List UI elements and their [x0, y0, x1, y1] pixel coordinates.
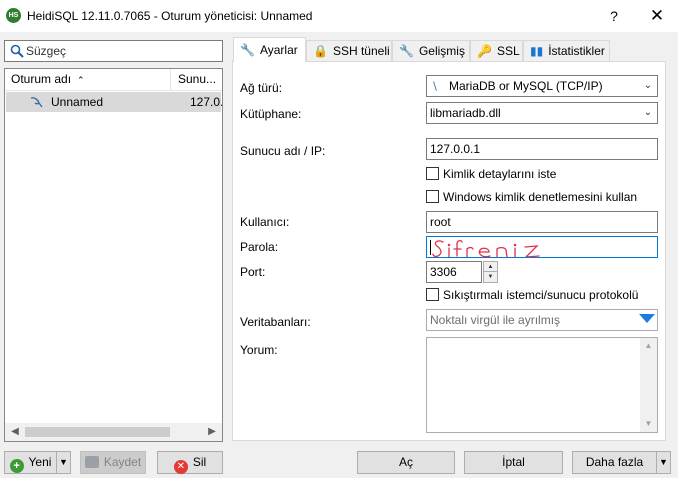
chevron-down-icon[interactable]: ▼ [484, 272, 497, 282]
scrollbar-thumb[interactable] [25, 427, 170, 437]
save-button[interactable]: Kaydet [80, 451, 146, 474]
password-input[interactable] [426, 236, 658, 258]
tab-label: Gelişmiş [418, 44, 465, 58]
host-label: Sunucu adı / IP: [240, 144, 326, 158]
checkbox-box [426, 190, 439, 203]
tab-settings[interactable]: 🔧 Ayarlar [233, 37, 306, 62]
delete-button-label: Sil [192, 455, 207, 469]
chevron-down-icon: ⌄ [643, 107, 653, 118]
new-button-label: Yeni [28, 455, 52, 469]
chevron-down-icon: ⌄ [643, 80, 653, 91]
delete-icon: ✕ [173, 460, 188, 474]
user-label: Kullanıcı: [240, 215, 290, 229]
library-value: libmariadb.dll [430, 106, 501, 120]
port-stepper[interactable]: ▲ ▼ [483, 261, 498, 283]
network-type-select[interactable]: ∖ MariaDB or MySQL (TCP/IP) ⌄ [426, 75, 658, 97]
dolphin-icon [30, 97, 43, 108]
heidisql-app-icon: HS [6, 8, 21, 23]
wrench-icon: 🔧 [399, 44, 414, 58]
open-button[interactable]: Aç [357, 451, 455, 474]
dropdown-arrow-icon[interactable] [639, 314, 655, 323]
new-dropdown-button[interactable]: ▼ [56, 451, 71, 474]
tab-ssh-tunnel[interactable]: 🔒 SSH tüneli [306, 40, 392, 62]
checkbox-box [426, 288, 439, 301]
scroll-up-icon[interactable]: ▲ [640, 338, 657, 354]
plus-icon: + [9, 459, 24, 473]
filter-input[interactable] [26, 41, 218, 61]
host-input[interactable]: 127.0.0.1 [426, 138, 658, 160]
column-header-session-name[interactable]: Oturum adı ⌃ [5, 69, 171, 90]
tab-advanced[interactable]: 🔧 Gelişmiş [392, 40, 470, 62]
chevron-down-icon: ▼ [659, 457, 668, 467]
delete-button[interactable]: ✕ Sil [157, 451, 223, 474]
new-button[interactable]: + Yeni [4, 451, 57, 474]
more-dropdown-button[interactable]: ▼ [656, 451, 671, 474]
scroll-left-icon[interactable]: ◀ [9, 423, 21, 441]
window-title: HeidiSQL 12.11.0.7065 - Oturum yöneticis… [27, 9, 313, 23]
more-button[interactable]: Daha fazla [572, 451, 657, 474]
close-button[interactable]: ✕ [644, 4, 670, 28]
settings-panel: Ağ türü: ∖ MariaDB or MySQL (TCP/IP) ⌄ Kü… [232, 61, 666, 441]
library-label: Kütüphane: [240, 107, 302, 121]
password-label: Parola: [240, 240, 279, 254]
tab-ssl[interactable]: 🔑 SSL [470, 40, 523, 62]
port-input[interactable]: 3306 [426, 261, 482, 283]
chevron-down-icon: ▼ [59, 457, 68, 467]
help-button[interactable]: ? [604, 6, 624, 26]
network-type-label: Ağ türü: [240, 81, 283, 95]
session-row[interactable]: Unnamed 127.0... [6, 92, 222, 112]
tab-statistics[interactable]: ▮▮ İstatistikler [523, 40, 610, 62]
compression-checkbox[interactable]: Sıkıştırmalı istemci/sunucu protokolü [426, 288, 638, 304]
checkbox-box [426, 167, 439, 180]
handwritten-annotation [432, 240, 540, 257]
key-icon: 🔑 [477, 44, 492, 58]
library-select[interactable]: libmariadb.dll ⌄ [426, 102, 658, 124]
checkbox-label: Sıkıştırmalı istemci/sunucu protokolü [443, 288, 639, 302]
vertical-scrollbar[interactable]: ▲ ▼ [640, 338, 657, 432]
scroll-right-icon[interactable]: ▶ [206, 423, 218, 441]
prompt-credentials-checkbox[interactable]: Kimlik detaylarını iste [426, 167, 556, 183]
wrench-icon: 🔧 [240, 43, 255, 57]
port-label: Port: [240, 265, 266, 279]
tab-label: Ayarlar [259, 43, 298, 57]
save-button-label: Kaydet [103, 455, 142, 469]
cancel-button[interactable]: İptal [464, 451, 563, 474]
search-icon [10, 44, 24, 58]
column-header-host[interactable]: Sunu... [172, 69, 222, 90]
title-bar: HS HeidiSQL 12.11.0.7065 - Oturum yöneti… [0, 0, 678, 32]
checkbox-label: Windows kimlik denetlemesini kullan [443, 190, 638, 204]
session-name: Unnamed [51, 95, 104, 109]
dolphin-icon: ∖ [431, 81, 439, 93]
scroll-down-icon[interactable]: ▼ [640, 416, 657, 432]
filter-box[interactable] [4, 40, 223, 62]
tab-label: İstatistikler [548, 44, 605, 58]
lock-icon: 🔒 [313, 44, 328, 58]
sort-ascending-icon: ⌃ [77, 75, 85, 85]
user-input[interactable]: root [426, 211, 658, 233]
save-icon [84, 456, 99, 468]
tab-label: SSL [496, 44, 520, 58]
bar-chart-icon: ▮▮ [530, 44, 544, 58]
session-list[interactable]: Oturum adı ⌃ Sunu... Unnamed 127.0... ◀ ▶ [4, 68, 223, 442]
list-header: Oturum adı ⌃ Sunu... [5, 69, 222, 91]
column-header-label: Oturum adı [11, 72, 72, 86]
horizontal-scrollbar[interactable]: ◀ ▶ [5, 423, 222, 441]
tab-label: SSH tüneli [332, 44, 390, 58]
network-type-value: MariaDB or MySQL (TCP/IP) [449, 79, 603, 93]
databases-label: Veritabanları: [240, 315, 311, 329]
checkbox-label: Kimlik detaylarını iste [443, 167, 557, 181]
databases-placeholder: Noktalı virgül ile ayrılmış [430, 313, 561, 327]
windows-auth-checkbox[interactable]: Windows kimlik denetlemesini kullan [426, 190, 637, 206]
comment-textarea[interactable]: ▲ ▼ [426, 337, 658, 433]
databases-input[interactable]: Noktalı virgül ile ayrılmış [426, 309, 658, 331]
session-host: 127.0... [190, 95, 222, 109]
chevron-up-icon[interactable]: ▲ [484, 262, 497, 272]
comment-label: Yorum: [240, 343, 278, 357]
